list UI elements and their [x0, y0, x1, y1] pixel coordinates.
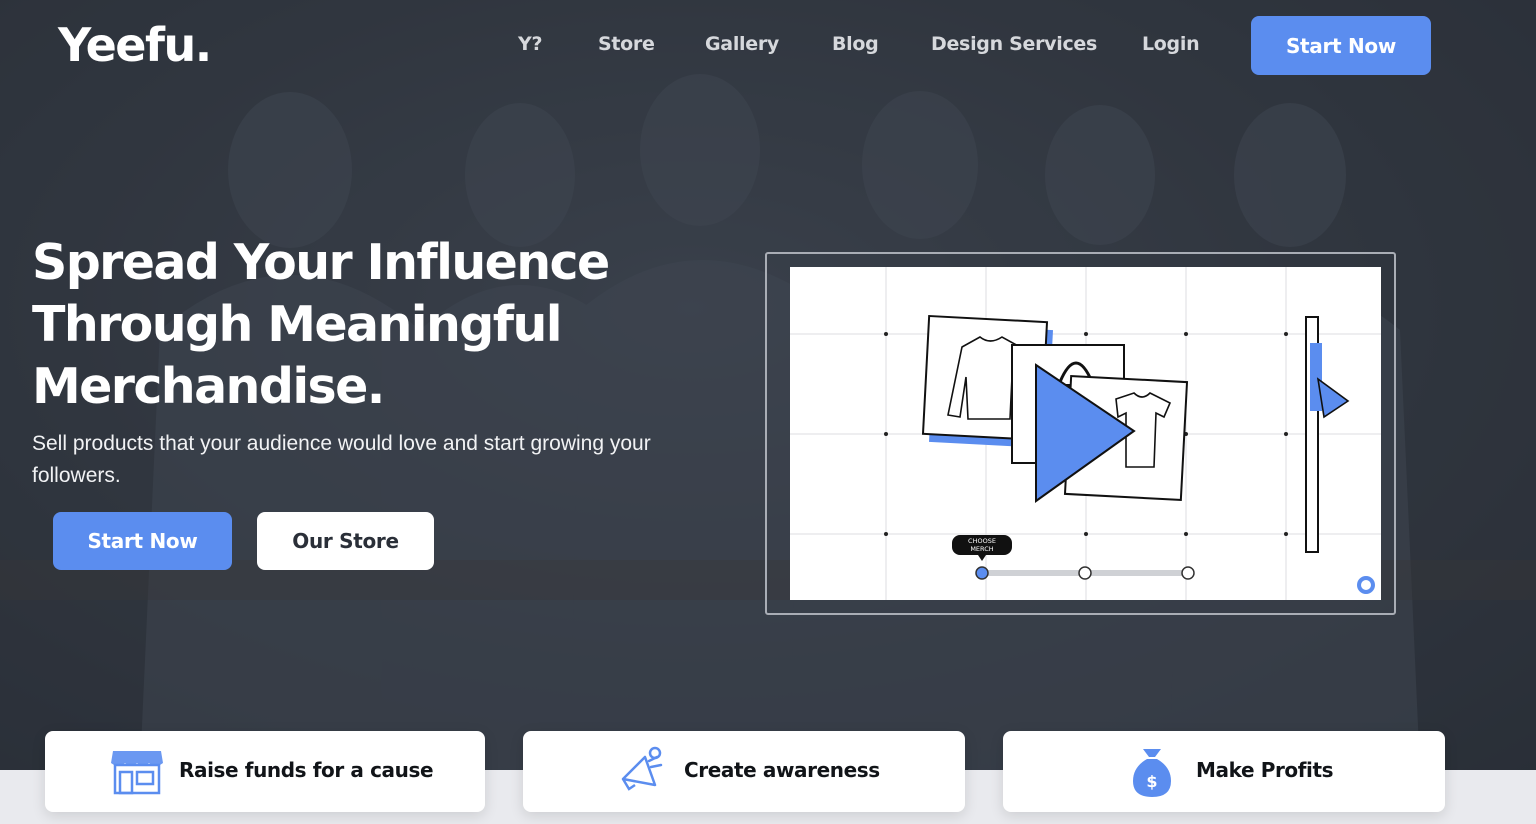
- our-store-button[interactable]: Our Store: [257, 512, 434, 570]
- record-indicator-icon: [1357, 576, 1375, 594]
- nav-start-now-button[interactable]: Start Now: [1251, 16, 1431, 75]
- feature-card-raise-funds[interactable]: Raise funds for a cause: [45, 731, 485, 812]
- nav-link-gallery[interactable]: Gallery: [705, 33, 779, 55]
- headline-line-3: Merchandise.: [32, 358, 385, 415]
- hero-subtext: Sell products that your audience would l…: [32, 432, 651, 487]
- feature-label-raise-funds: Raise funds for a cause: [179, 758, 434, 782]
- feature-label-create-awareness: Create awareness: [684, 758, 880, 782]
- hero-headline: Spread Your Influence Through Meaningful…: [32, 232, 692, 418]
- video-player[interactable]: CHOOSE MERCH: [790, 267, 1381, 600]
- tooltip-line-1: CHOOSE: [968, 537, 996, 545]
- nav-link-design-services[interactable]: Design Services: [931, 33, 1097, 55]
- choose-merch-tooltip: CHOOSE MERCH: [952, 535, 1012, 561]
- nav-link-store[interactable]: Store: [598, 33, 655, 55]
- storefront-icon: [111, 751, 163, 795]
- top-navbar: Yeefu. Y? Store Gallery Blog Design Serv…: [0, 0, 1536, 90]
- hero-start-now-button[interactable]: Start Now: [53, 512, 232, 570]
- tooltip-line-2: MERCH: [970, 545, 993, 553]
- money-bag-icon: $: [1133, 749, 1171, 797]
- megaphone-icon: [621, 746, 663, 791]
- brand-logo[interactable]: Yeefu.: [58, 18, 212, 72]
- video-illustration: CHOOSE MERCH: [790, 267, 1381, 600]
- feature-card-create-awareness[interactable]: Create awareness: [523, 731, 965, 812]
- headline-line-1: Spread Your Influence: [32, 234, 610, 291]
- svg-text:$: $: [1146, 772, 1157, 791]
- feature-label-make-profits: Make Profits: [1196, 758, 1334, 782]
- nav-link-blog[interactable]: Blog: [832, 33, 879, 55]
- feature-card-make-profits[interactable]: $ Make Profits: [1003, 731, 1445, 812]
- nav-link-login[interactable]: Login: [1142, 33, 1200, 55]
- nav-link-y[interactable]: Y?: [518, 33, 542, 55]
- headline-line-2: Through Meaningful: [32, 296, 563, 353]
